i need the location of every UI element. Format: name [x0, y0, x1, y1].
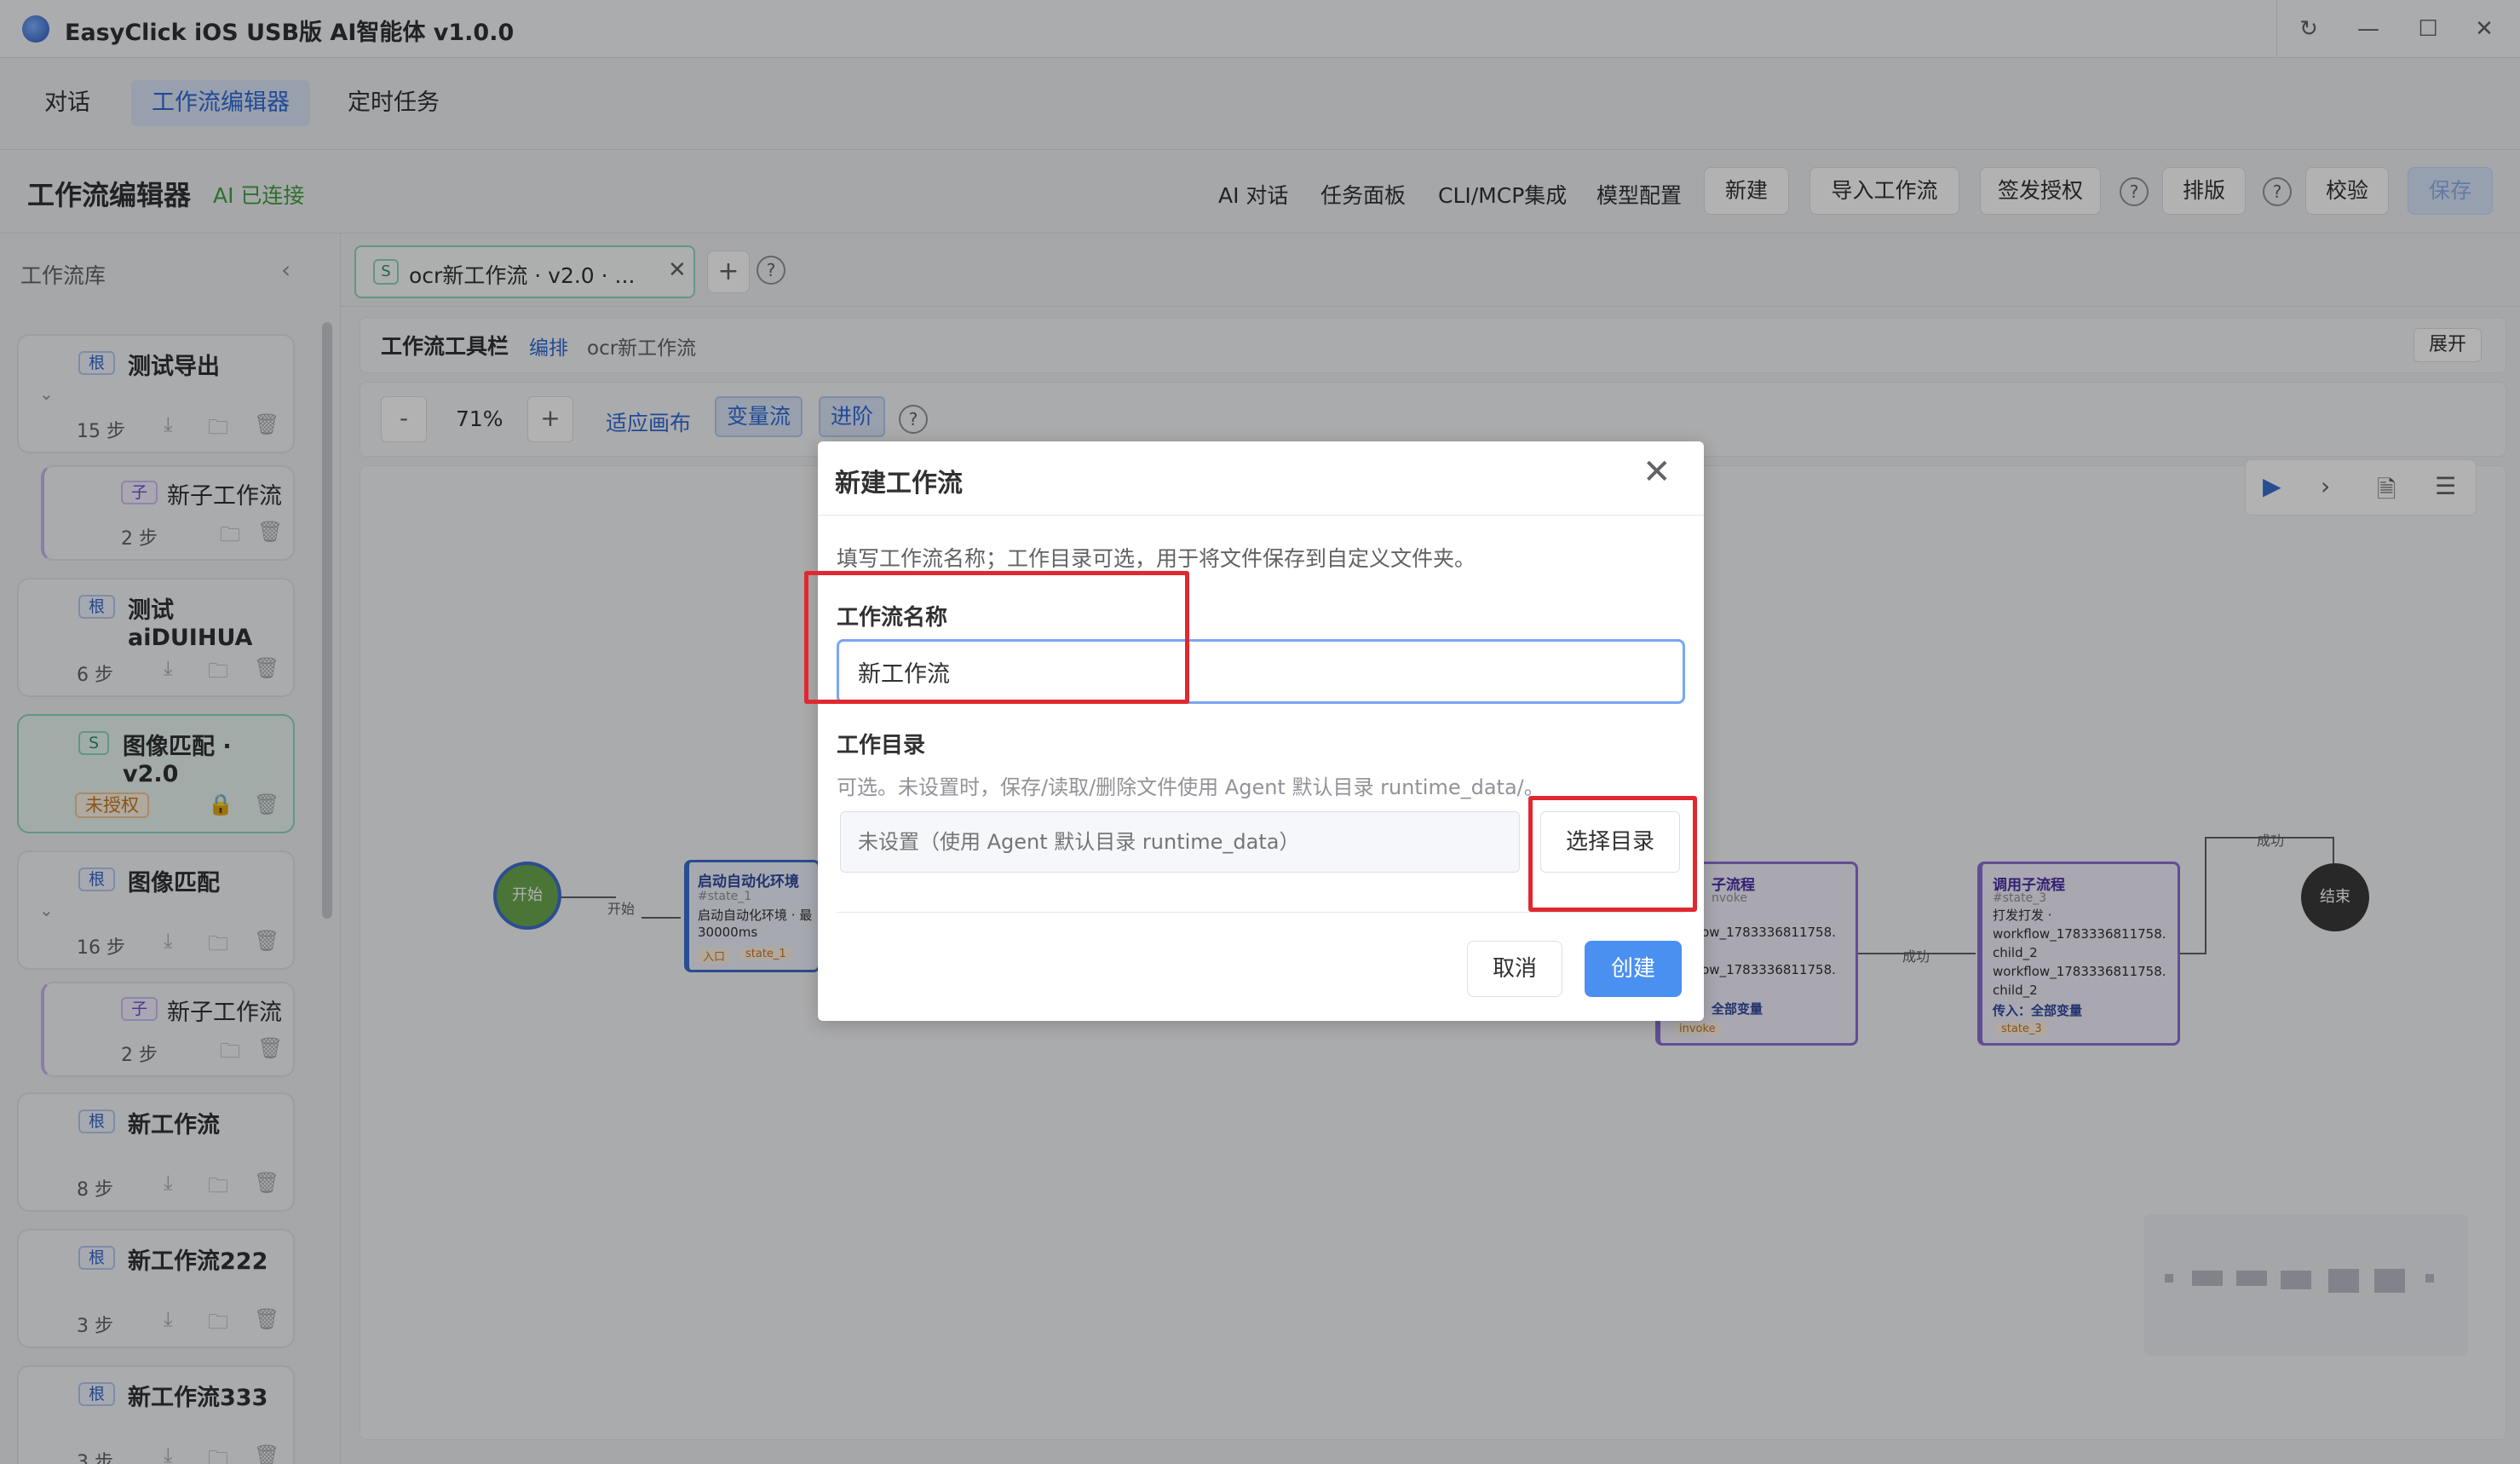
- new-workflow-dialog: 新建工作流 ✕ 填写工作流名称；工作目录可选，用于将文件保存到自定义文件夹。 工…: [818, 441, 1704, 1021]
- highlight-choose-dir: [1528, 796, 1697, 912]
- dialog-description: 填写工作流名称；工作目录可选，用于将文件保存到自定义文件夹。: [837, 546, 1476, 571]
- close-icon[interactable]: ✕: [1643, 455, 1671, 489]
- work-dir-hint: 可选。未设置时，保存/读取/删除文件使用 Agent 默认目录 runtime_…: [837, 775, 1545, 799]
- dialog-footer-divider: [837, 912, 1685, 913]
- highlight-name-field: [804, 571, 1189, 704]
- work-dir-label: 工作目录: [837, 733, 926, 758]
- dialog-title: 新建工作流: [835, 469, 963, 499]
- create-button[interactable]: 创建: [1585, 941, 1682, 997]
- dialog-divider: [818, 515, 1704, 516]
- work-dir-input[interactable]: [840, 811, 1520, 873]
- cancel-button[interactable]: 取消: [1467, 941, 1562, 997]
